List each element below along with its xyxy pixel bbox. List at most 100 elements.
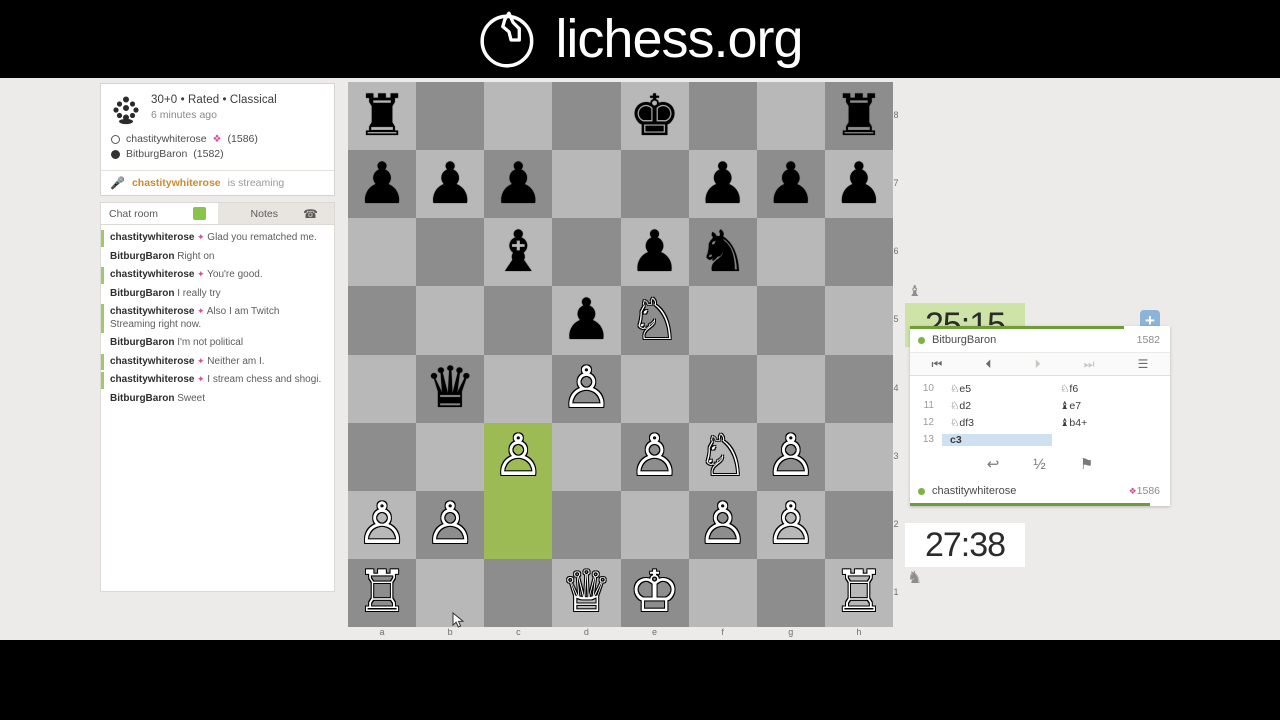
menu-button[interactable]: ☰	[1138, 358, 1149, 370]
board-square-f5[interactable]	[688, 286, 757, 355]
board-square-h3[interactable]	[824, 422, 893, 491]
white-move[interactable]: ♘d2	[942, 400, 1052, 412]
white-queen-d1[interactable]: ♕	[552, 559, 620, 627]
move-nav-buttons[interactable]: ⏮ ⏴ ⏵ ⏭ ☰	[910, 352, 1170, 376]
board-square-c2[interactable]	[484, 490, 553, 559]
chat-text: Sweet	[174, 392, 206, 404]
black-move[interactable]: ♘f6	[1052, 383, 1162, 395]
next-move-button[interactable]: ⏵	[1035, 358, 1041, 370]
black-pawn-b7[interactable]: ♟	[416, 150, 484, 218]
chat-message: BitburgBaron I really try	[101, 285, 334, 304]
board-square-c8[interactable]	[484, 82, 553, 151]
black-pawn-e6[interactable]: ♟	[621, 218, 689, 286]
white-move[interactable]: ♘e5	[942, 383, 1052, 395]
white-rook-a1[interactable]: ♖	[348, 559, 416, 627]
tab-chat-room[interactable]: Chat room	[101, 203, 218, 224]
resign-button[interactable]: ⚑	[1080, 457, 1093, 472]
offer-draw-button[interactable]: ½	[1033, 457, 1046, 472]
black-pawn-a7[interactable]: ♟	[348, 150, 416, 218]
white-pawn-d4[interactable]: ♙	[552, 355, 620, 423]
black-rook-h8[interactable]: ♜	[825, 82, 893, 150]
takeback-button[interactable]: ↩	[987, 457, 1000, 472]
streaming-banner[interactable]: 🎤 chastitywhiterose is streaming	[100, 170, 335, 196]
chat-message: chastitywhiterose ✦ I stream chess and s…	[101, 371, 334, 390]
board-square-e7[interactable]	[620, 150, 689, 219]
board-square-d3[interactable]	[552, 422, 621, 491]
chess-board[interactable]: ♜ ♚ ♜ ♟ ♟ ♟ ♟ ♟ ♟ ♝ ♟ ♞ ♟ ♘ ♛ ♙ ♙ ♙ ♘ ♙ ♙ ♙ ♙ ♙ ♖ ♕ ♔ ♖	[348, 82, 893, 627]
black-bishop-c6[interactable]: ♝	[484, 218, 552, 286]
chat-text: Neither am I.	[204, 355, 265, 367]
white-pawn-a2[interactable]: ♙	[348, 491, 416, 559]
black-pawn-d5[interactable]: ♟	[552, 286, 620, 354]
board-square-g8[interactable]	[756, 82, 825, 151]
white-king-e1[interactable]: ♔	[621, 559, 689, 627]
board-square-c4[interactable]	[484, 354, 553, 423]
white-pawn-g3[interactable]: ♙	[757, 423, 825, 491]
white-move[interactable]: c3	[942, 433, 1052, 446]
meta-white-player[interactable]: chastitywhiterose ❖ (1586)	[111, 133, 324, 145]
move-list[interactable]: 10 ♘e5 ♘f6 11 ♘d2 ♝e7 12 ♘df3 ♝b4+ 13 c3	[910, 376, 1170, 450]
panel-bottom-player[interactable]: chastitywhiterose ❖ 1586	[910, 480, 1170, 503]
board-square-g6[interactable]	[756, 218, 825, 287]
black-pawn-f7[interactable]: ♟	[689, 150, 757, 218]
board-square-b1[interactable]	[416, 558, 485, 627]
board-square-f8[interactable]	[688, 82, 757, 151]
board-square-g4[interactable]	[756, 354, 825, 423]
board-square-d2[interactable]	[552, 490, 621, 559]
chat-author: BitburgBaron	[110, 287, 175, 299]
board-square-c1[interactable]	[484, 558, 553, 627]
board-square-a4[interactable]	[348, 354, 417, 423]
game-action-buttons[interactable]: ↩ ½ ⚑	[910, 450, 1170, 480]
white-pawn-e3[interactable]: ♙	[621, 423, 689, 491]
board-square-a5[interactable]	[348, 286, 417, 355]
panel-top-player[interactable]: BitburgBaron 1582	[910, 329, 1170, 352]
white-pawn-f2[interactable]: ♙	[689, 491, 757, 559]
first-move-button[interactable]: ⏮	[932, 358, 943, 370]
board-square-h4[interactable]	[824, 354, 893, 423]
captured-knight-icon: ♞	[907, 568, 923, 587]
black-move[interactable]: ♝b4+	[1052, 417, 1162, 429]
meta-black-player[interactable]: BitburgBaron (1582)	[111, 148, 324, 160]
board-square-d8[interactable]	[552, 82, 621, 151]
black-king-e8[interactable]: ♚	[621, 82, 689, 150]
board-square-b6[interactable]	[416, 218, 485, 287]
black-queen-b4[interactable]: ♛	[416, 355, 484, 423]
board-square-b3[interactable]	[416, 422, 485, 491]
board-square-b5[interactable]	[416, 286, 485, 355]
board-square-d7[interactable]	[552, 150, 621, 219]
board-square-h2[interactable]	[824, 490, 893, 559]
board-square-f4[interactable]	[688, 354, 757, 423]
phone-icon[interactable]: ☎	[303, 207, 326, 221]
white-knight-f3[interactable]: ♘	[689, 423, 757, 491]
board-square-a6[interactable]	[348, 218, 417, 287]
board-square-b8[interactable]	[416, 82, 485, 151]
previous-move-button[interactable]: ⏴	[985, 358, 991, 370]
black-knight-f6[interactable]: ♞	[689, 218, 757, 286]
white-rook-h1[interactable]: ♖	[825, 559, 893, 627]
tab-notes[interactable]: Notes ☎	[218, 203, 335, 224]
board-square-a3[interactable]	[348, 422, 417, 491]
meta-black-name: BitburgBaron	[126, 148, 188, 160]
white-pawn-g2[interactable]: ♙	[757, 491, 825, 559]
board-square-d6[interactable]	[552, 218, 621, 287]
board-square-h5[interactable]	[824, 286, 893, 355]
white-pawn-b2[interactable]: ♙	[416, 491, 484, 559]
black-pawn-c7[interactable]: ♟	[484, 150, 552, 218]
board-square-h6[interactable]	[824, 218, 893, 287]
board-square-e4[interactable]	[620, 354, 689, 423]
board-square-g1[interactable]	[756, 558, 825, 627]
white-move[interactable]: ♘df3	[942, 417, 1052, 429]
chat-author: BitburgBaron	[110, 392, 175, 404]
last-move-button[interactable]: ⏭	[1084, 358, 1095, 370]
black-pawn-h7[interactable]: ♟	[825, 150, 893, 218]
board-square-f1[interactable]	[688, 558, 757, 627]
board-square-g5[interactable]	[756, 286, 825, 355]
white-knight-e5[interactable]: ♘	[621, 286, 689, 354]
black-pawn-g7[interactable]: ♟	[757, 150, 825, 218]
board-square-c5[interactable]	[484, 286, 553, 355]
black-rook-a8[interactable]: ♜	[348, 82, 416, 150]
white-pawn-c3[interactable]: ♙	[484, 423, 552, 491]
board-square-e2[interactable]	[620, 490, 689, 559]
chat-message-list[interactable]: chastitywhiterose ✦ Glad you rematched m…	[101, 225, 334, 408]
black-move[interactable]: ♝e7	[1052, 400, 1162, 412]
